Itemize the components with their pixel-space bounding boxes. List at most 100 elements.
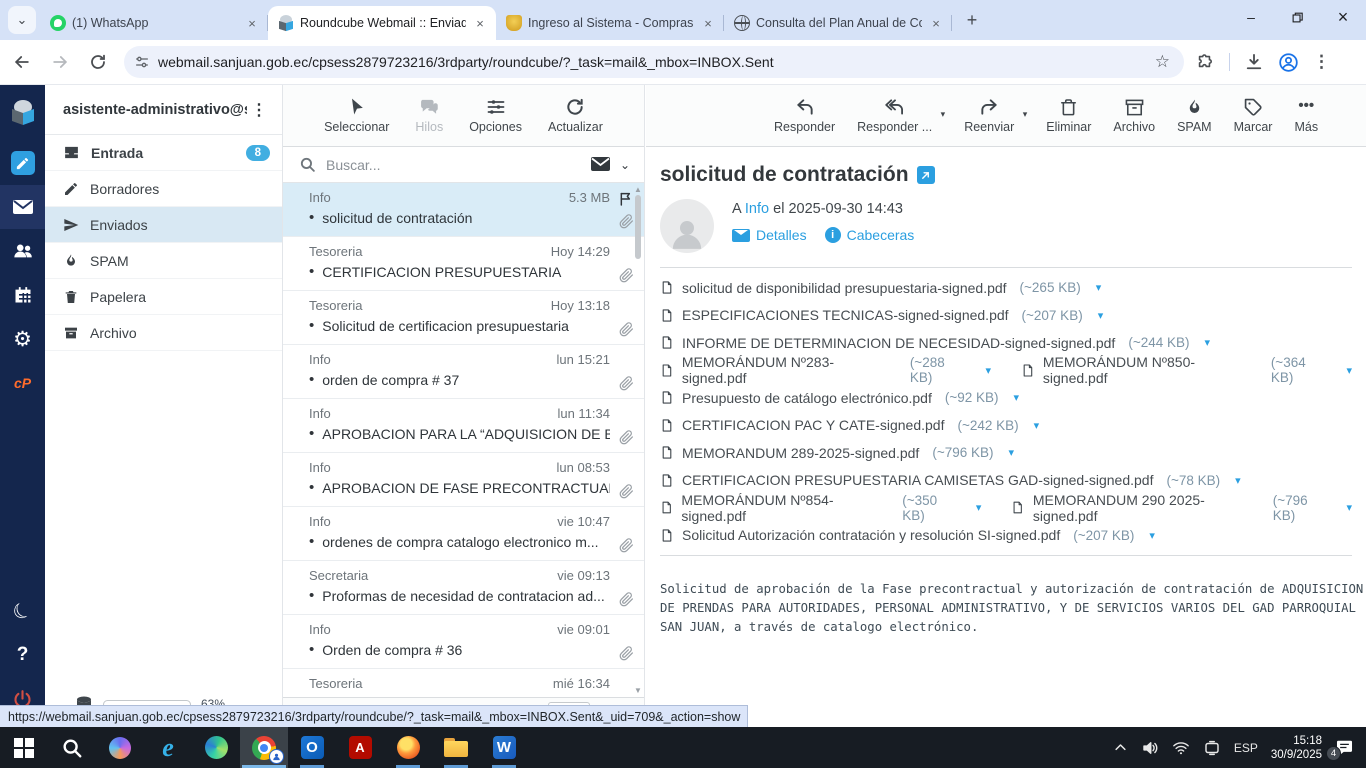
- message-row[interactable]: Info lun 11:34 • APROBACION PARA LA “ADQUI…: [283, 399, 644, 453]
- attachment-item[interactable]: MEMORÁNDUM Nº850-signed.pdf (~364 KB) ▾: [1021, 354, 1352, 386]
- attachment-name[interactable]: INFORME DE DETERMINACION DE NECESIDAD-si…: [682, 335, 1115, 351]
- mark-button[interactable]: Marcar: [1234, 98, 1272, 134]
- attachment-item[interactable]: MEMORANDUM 289-2025-signed.pdf (~796 KB) ▾: [660, 444, 1014, 461]
- message-row[interactable]: Info vie 09:01 • Orden de compra # 36: [283, 615, 644, 669]
- scroll-down-icon[interactable]: ▼: [634, 686, 642, 695]
- recipient-link[interactable]: Info: [745, 201, 769, 217]
- reply-all-caret-icon[interactable]: ▾: [941, 109, 946, 120]
- attachment-name[interactable]: Solicitud Autorización contratación y re…: [682, 527, 1060, 543]
- back-button[interactable]: [6, 46, 38, 78]
- attachment-name[interactable]: solicitud de disponibilidad presupuestar…: [682, 280, 1007, 296]
- folder-entrada[interactable]: Entrada 8: [45, 135, 282, 171]
- attachment-menu-icon[interactable]: ▾: [1149, 529, 1155, 542]
- list-scrollbar[interactable]: ▲ ▼: [633, 183, 643, 697]
- folder-borradores[interactable]: Borradores: [45, 171, 282, 207]
- attachment-item[interactable]: CERTIFICACION PRESUPUESTARIA CAMISETAS G…: [660, 472, 1241, 489]
- message-row[interactable]: Info vie 10:47 • ordenes de compra catalog…: [283, 507, 644, 561]
- taskbar-search-button[interactable]: [48, 727, 96, 768]
- attachment-name[interactable]: ESPECIFICACIONES TECNICAS-signed-signed.…: [682, 307, 1009, 323]
- address-bar[interactable]: webmail.sanjuan.gob.ec/cpsess2879723216/…: [124, 46, 1184, 78]
- folder-enviados[interactable]: Enviados: [45, 207, 282, 243]
- tab-whatsapp[interactable]: (1) WhatsApp ×: [40, 6, 268, 40]
- attachment-item[interactable]: Presupuesto de catálogo electrónico.pdf (…: [660, 389, 1019, 406]
- taskbar-copilot-button[interactable]: [96, 727, 144, 768]
- attachment-name[interactable]: CERTIFICACION PAC Y CATE-signed.pdf: [682, 417, 944, 433]
- taskbar-explorer-button[interactable]: [432, 727, 480, 768]
- taskbar-firefox-button[interactable]: [384, 727, 432, 768]
- rail-contacts-button[interactable]: [0, 229, 45, 273]
- volume-icon[interactable]: [1141, 739, 1159, 757]
- attachment-item[interactable]: Solicitud Autorización contratación y re…: [660, 527, 1155, 544]
- tray-device-icon[interactable]: [1203, 739, 1221, 757]
- attachment-item[interactable]: MEMORANDUM 290 2025-signed.pdf (~796 KB) ▾: [1011, 492, 1352, 524]
- notification-center-button[interactable]: 4: [1326, 738, 1354, 761]
- attachment-item[interactable]: MEMORÁNDUM Nº854-signed.pdf (~350 KB) ▾: [660, 492, 981, 524]
- taskbar-ie-button[interactable]: e: [144, 727, 192, 768]
- flag-icon[interactable]: [618, 191, 634, 207]
- scrollbar-thumb[interactable]: [635, 195, 641, 259]
- attachment-name[interactable]: Presupuesto de catálogo electrónico.pdf: [682, 390, 932, 406]
- profile-icon[interactable]: [1278, 52, 1299, 73]
- attachment-menu-icon[interactable]: ▾: [1235, 474, 1241, 487]
- spam-button[interactable]: SPAM: [1177, 98, 1212, 134]
- taskbar-outlook-button[interactable]: O: [288, 727, 336, 768]
- delete-button[interactable]: Eliminar: [1046, 98, 1091, 134]
- language-indicator[interactable]: ESP: [1234, 741, 1258, 755]
- scroll-up-icon[interactable]: ▲: [634, 185, 642, 194]
- close-window-button[interactable]: ×: [1320, 0, 1366, 34]
- forward-caret-icon[interactable]: ▾: [1023, 109, 1028, 120]
- message-row[interactable]: Info lun 15:21 • orden de compra # 37: [283, 345, 644, 399]
- tab-close-icon[interactable]: ×: [472, 15, 488, 31]
- options-button[interactable]: Opciones: [469, 97, 522, 134]
- threads-button[interactable]: Hilos: [415, 97, 443, 134]
- forward-button[interactable]: [44, 46, 76, 78]
- reload-button[interactable]: [82, 46, 114, 78]
- attachment-menu-icon[interactable]: ▾: [985, 364, 991, 377]
- attachment-name[interactable]: MEMORÁNDUM Nº283-signed.pdf: [682, 354, 897, 386]
- taskbar-edge-button[interactable]: [192, 727, 240, 768]
- account-menu-icon[interactable]: ⋮: [247, 100, 272, 120]
- tab-close-icon[interactable]: ×: [244, 15, 260, 31]
- message-row[interactable]: Info 5.3 MB • solicitud de contratación: [283, 183, 644, 237]
- site-info-icon[interactable]: [134, 54, 150, 70]
- message-row[interactable]: Tesoreria Hoy 14:29 • CERTIFICACION PRESUP…: [283, 237, 644, 291]
- attachment-item[interactable]: INFORME DE DETERMINACION DE NECESIDAD-si…: [660, 334, 1210, 351]
- message-row[interactable]: Tesoreria mié 16:34: [283, 669, 644, 697]
- attachment-name[interactable]: MEMORANDUM 290 2025-signed.pdf: [1033, 492, 1260, 524]
- url-text[interactable]: webmail.sanjuan.gob.ec/cpsess2879723216/…: [158, 54, 1151, 70]
- tab-plan-anual[interactable]: Consulta del Plan Anual de Con ×: [724, 6, 952, 40]
- attachment-item[interactable]: ESPECIFICACIONES TECNICAS-signed-signed.…: [660, 307, 1103, 324]
- attachment-menu-icon[interactable]: ▾: [1034, 419, 1040, 432]
- chrome-menu-icon[interactable]: ⋮: [1313, 52, 1330, 72]
- tray-expand-icon[interactable]: [1113, 740, 1128, 755]
- refresh-button[interactable]: Actualizar: [548, 97, 603, 134]
- rail-cpanel-button[interactable]: cP: [0, 361, 45, 405]
- folder-papelera[interactable]: Papelera: [45, 279, 282, 315]
- attachment-name[interactable]: CERTIFICACION PRESUPUESTARIA CAMISETAS G…: [682, 472, 1153, 488]
- attachment-menu-icon[interactable]: ▾: [1009, 446, 1015, 459]
- rail-settings-button[interactable]: ⚙: [0, 317, 45, 361]
- new-tab-button[interactable]: +: [958, 6, 986, 34]
- attachment-item[interactable]: solicitud de disponibilidad presupuestar…: [660, 279, 1101, 296]
- tab-close-icon[interactable]: ×: [928, 15, 944, 31]
- reply-button[interactable]: Responder: [774, 97, 835, 134]
- minimize-button[interactable]: –: [1228, 0, 1274, 34]
- message-row[interactable]: Secretaria vie 09:13 • Proformas de necesi…: [283, 561, 644, 615]
- select-button[interactable]: Seleccionar: [324, 97, 389, 134]
- attachment-menu-icon[interactable]: ▾: [1205, 336, 1211, 349]
- attachment-name[interactable]: MEMORÁNDUM Nº850-signed.pdf: [1043, 354, 1258, 386]
- dark-mode-button[interactable]: ☾: [0, 589, 45, 633]
- attachment-menu-icon[interactable]: ▾: [1096, 281, 1102, 294]
- taskbar-word-button[interactable]: W: [480, 727, 528, 768]
- tab-roundcube[interactable]: Roundcube Webmail :: Enviados ×: [268, 6, 496, 40]
- attachment-item[interactable]: MEMORÁNDUM Nº283-signed.pdf (~288 KB) ▾: [660, 354, 991, 386]
- attachment-menu-icon[interactable]: ▾: [1346, 364, 1352, 377]
- reply-all-button[interactable]: Responder ... ▾: [857, 97, 945, 134]
- message-row[interactable]: Info lun 08:53 • APROBACION DE FASE PRECON…: [283, 453, 644, 507]
- folder-archivo[interactable]: Archivo: [45, 315, 282, 351]
- tab-close-icon[interactable]: ×: [700, 15, 716, 31]
- more-button[interactable]: ••• Más: [1294, 97, 1318, 134]
- roundcube-logo[interactable]: [0, 85, 45, 141]
- extensions-icon[interactable]: [1196, 53, 1215, 72]
- search-input[interactable]: [326, 156, 581, 173]
